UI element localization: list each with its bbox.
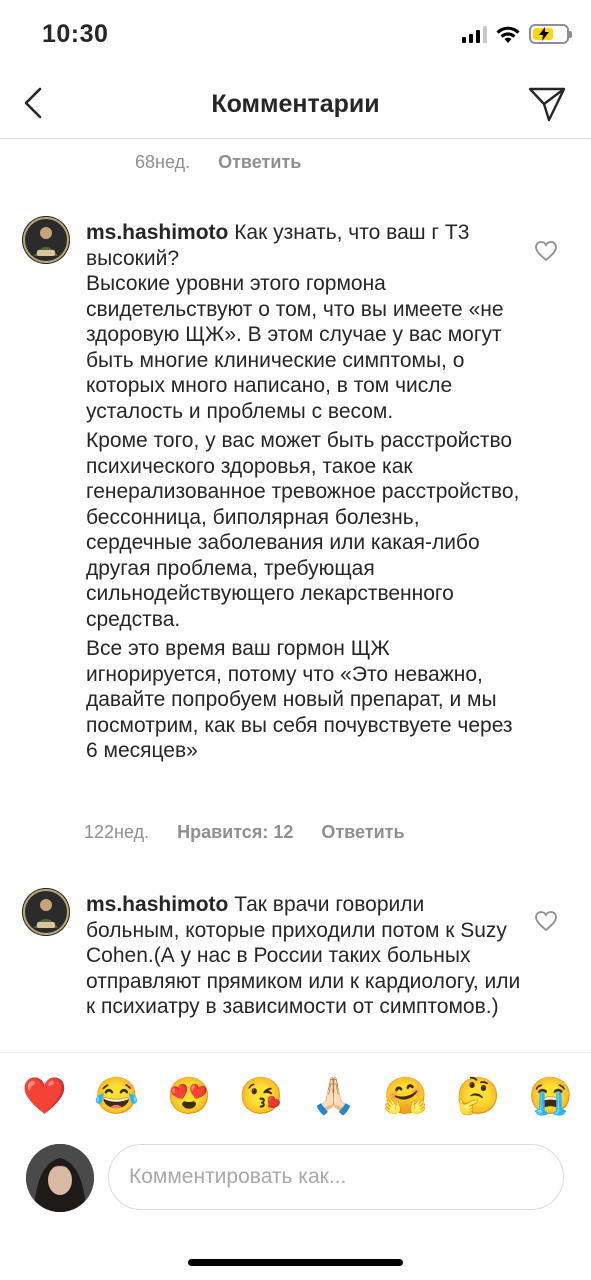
praying-hands-emoji-button[interactable]: 🙏🏻 (311, 1074, 356, 1118)
page-title: Комментарии (211, 90, 380, 118)
user-avatar[interactable] (22, 216, 70, 264)
status-time: 10:30 (42, 20, 109, 48)
home-indicator[interactable] (188, 1259, 403, 1266)
comment-username[interactable]: ms.hashimoto (86, 893, 228, 916)
comment-meta: 122нед. Нравится: 12 Ответить (84, 822, 405, 843)
send-direct-icon[interactable] (527, 84, 567, 124)
heart-emoji-button[interactable]: ❤️ (22, 1074, 67, 1118)
like-heart-icon[interactable] (534, 240, 558, 262)
header: Комментарии (0, 72, 591, 139)
hugging-emoji-button[interactable]: 🤗 (383, 1074, 428, 1118)
status-icons (462, 24, 572, 44)
battery-icon (529, 24, 572, 44)
laughing-emoji-button[interactable]: 😂 (94, 1074, 139, 1118)
comment-composer (26, 1144, 566, 1214)
reply-button[interactable]: Ответить (218, 152, 301, 173)
comment-paragraph: Высокие уровни этого гормона свидетельст… (86, 272, 504, 423)
comment-time: 68нед. (135, 152, 191, 172)
comment-input[interactable] (108, 1144, 564, 1210)
reply-button[interactable]: Ответить (321, 822, 404, 843)
user-avatar[interactable] (22, 888, 70, 936)
emoji-bar: ❤️ 😂 😍 😘 🙏🏻 🤗 🤔 😭 (22, 1074, 573, 1118)
composer-divider (0, 1052, 591, 1053)
comment-item: ms.hashimoto Как узнать, что ваш г Т3 вы… (22, 216, 572, 846)
previous-comment-meta: 68нед. Ответить (135, 152, 301, 173)
heart-eyes-emoji-button[interactable]: 😍 (167, 1074, 212, 1118)
comment-paragraph: Кроме того, у вас может быть расстройств… (86, 429, 520, 631)
like-heart-icon[interactable] (534, 910, 558, 932)
comment-item: ms.hashimoto Так врачи говорили больным,… (22, 888, 572, 1048)
kiss-emoji-button[interactable]: 😘 (239, 1074, 284, 1118)
wifi-icon (496, 26, 520, 43)
thinking-emoji-button[interactable]: 🤔 (456, 1074, 501, 1118)
cellular-signal-icon (462, 25, 487, 43)
crying-emoji-button[interactable]: 😭 (528, 1074, 573, 1118)
comment-time: 122нед. (84, 822, 150, 842)
likes-count-button[interactable]: Нравится: 12 (177, 822, 293, 843)
comment-username[interactable]: ms.hashimoto (86, 221, 228, 244)
comment-paragraph: Все это время ваш гормон ЩЖ игнорируется… (86, 637, 513, 762)
current-user-avatar (26, 1144, 94, 1212)
comment-body: ms.hashimoto Как узнать, что ваш г Т3 вы… (86, 220, 522, 764)
comment-body: ms.hashimoto Так врачи говорили больным,… (86, 892, 522, 1020)
status-bar: 10:30 (0, 0, 591, 72)
